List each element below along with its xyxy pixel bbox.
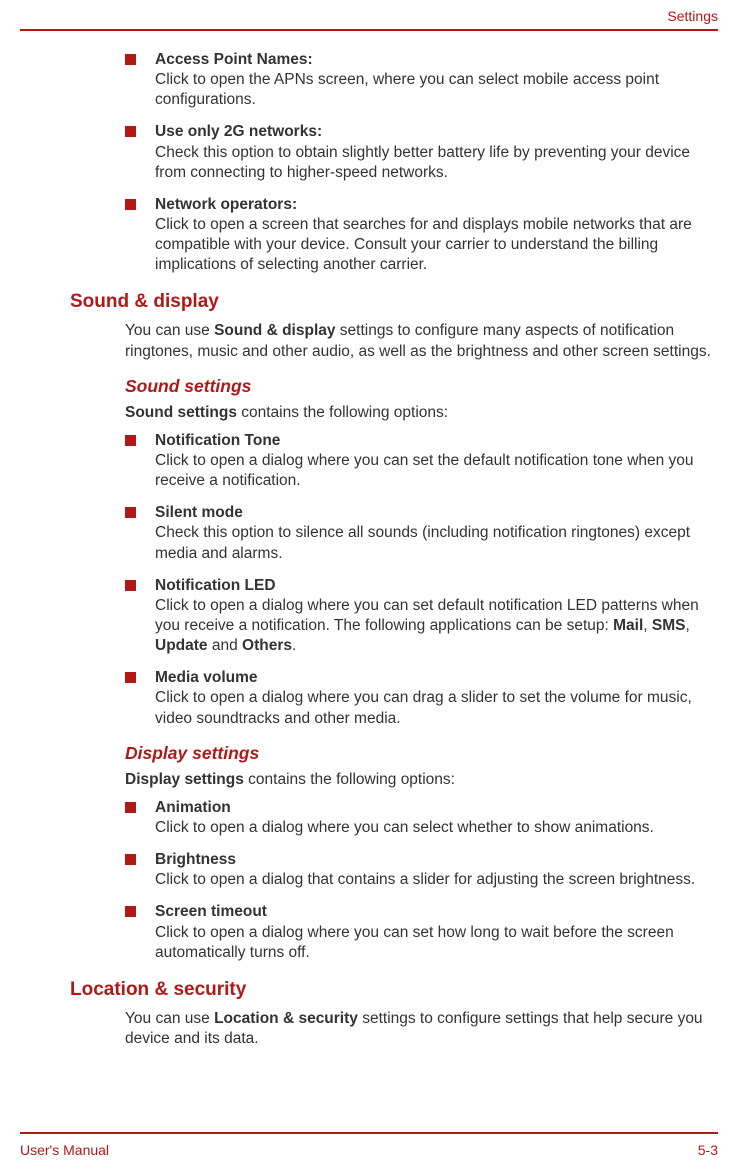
square-bullet-icon: [125, 507, 136, 518]
square-bullet-icon: [125, 199, 136, 210]
item-desc: Click to open the APNs screen, where you…: [155, 71, 659, 108]
sound-display-intro: You can use Sound & display settings to …: [125, 321, 718, 361]
footer-page-number: 5-3: [698, 1142, 718, 1158]
text-bold: Update: [155, 637, 208, 654]
location-security-intro: You can use Location & security settings…: [125, 1009, 718, 1049]
list-item: Access Point Names: Click to open the AP…: [125, 50, 718, 110]
item-title: Silent mode: [155, 504, 243, 521]
text: .: [292, 637, 296, 654]
text-bold: Sound settings: [125, 404, 237, 421]
item-title: Animation: [155, 799, 231, 816]
list-item: Silent mode Check this option to silence…: [125, 503, 718, 563]
square-bullet-icon: [125, 672, 136, 683]
item-title: Notification LED: [155, 577, 276, 594]
text: You can use: [125, 1010, 214, 1027]
item-title: Network operators:: [155, 196, 297, 213]
text-bold: Location & security: [214, 1010, 358, 1027]
square-bullet-icon: [125, 54, 136, 65]
square-bullet-icon: [125, 854, 136, 865]
list-item: Use only 2G networks: Check this option …: [125, 122, 718, 182]
text: contains the following options:: [237, 404, 448, 421]
item-desc: Check this option to obtain slightly bet…: [155, 144, 690, 181]
item-desc: Click to open a dialog where you can dra…: [155, 689, 692, 726]
text-bold: Display settings: [125, 771, 244, 788]
text-bold: Mail: [613, 617, 643, 634]
text-bold: Others: [242, 637, 292, 654]
text: and: [208, 637, 242, 654]
header-section-label: Settings: [667, 8, 718, 24]
square-bullet-icon: [125, 906, 136, 917]
list-item: Network operators: Click to open a scree…: [125, 195, 718, 276]
sound-settings-lead: Sound settings contains the following op…: [125, 403, 718, 423]
item-desc: Click to open a dialog where you can sel…: [155, 819, 654, 836]
page: Settings Access Point Names: Click to op…: [0, 0, 738, 1172]
top-bullet-list: Access Point Names: Click to open the AP…: [125, 50, 718, 275]
display-settings-list: Animation Click to open a dialog where y…: [125, 798, 718, 963]
heading-display-settings: Display settings: [125, 743, 718, 764]
item-desc: Click to open a dialog where you can set…: [155, 597, 699, 654]
text-bold: Sound & display: [214, 322, 335, 339]
item-desc: Click to open a dialog where you can set…: [155, 924, 674, 961]
text: contains the following options:: [244, 771, 455, 788]
list-item: Animation Click to open a dialog where y…: [125, 798, 718, 838]
list-item: Brightness Click to open a dialog that c…: [125, 850, 718, 890]
list-item: Notification Tone Click to open a dialog…: [125, 431, 718, 491]
list-item: Screen timeout Click to open a dialog wh…: [125, 902, 718, 962]
text: ,: [643, 617, 652, 634]
item-title: Access Point Names:: [155, 51, 313, 68]
item-title: Notification Tone: [155, 432, 280, 449]
sound-settings-list: Notification Tone Click to open a dialog…: [125, 431, 718, 729]
item-title: Use only 2G networks:: [155, 123, 322, 140]
square-bullet-icon: [125, 802, 136, 813]
content-area: Access Point Names: Click to open the AP…: [20, 50, 718, 1112]
footer-left: User's Manual: [20, 1142, 109, 1158]
text: ,: [685, 617, 689, 634]
heading-sound-display: Sound & display: [70, 291, 718, 313]
square-bullet-icon: [125, 580, 136, 591]
header-rule: [20, 29, 718, 31]
item-title: Screen timeout: [155, 903, 267, 920]
heading-location-security: Location & security: [70, 979, 718, 1001]
item-title: Media volume: [155, 669, 258, 686]
text-bold: SMS: [652, 617, 686, 634]
display-settings-lead: Display settings contains the following …: [125, 770, 718, 790]
item-desc: Click to open a dialog that contains a s…: [155, 871, 695, 888]
square-bullet-icon: [125, 435, 136, 446]
heading-sound-settings: Sound settings: [125, 376, 718, 397]
footer-rule: [20, 1132, 718, 1134]
item-desc: Click to open a dialog where you can set…: [155, 452, 694, 489]
list-item: Media volume Click to open a dialog wher…: [125, 668, 718, 728]
item-title: Brightness: [155, 851, 236, 868]
item-desc: Check this option to silence all sounds …: [155, 524, 690, 561]
square-bullet-icon: [125, 126, 136, 137]
list-item: Notification LED Click to open a dialog …: [125, 576, 718, 657]
text: You can use: [125, 322, 214, 339]
item-desc: Click to open a screen that searches for…: [155, 216, 692, 273]
